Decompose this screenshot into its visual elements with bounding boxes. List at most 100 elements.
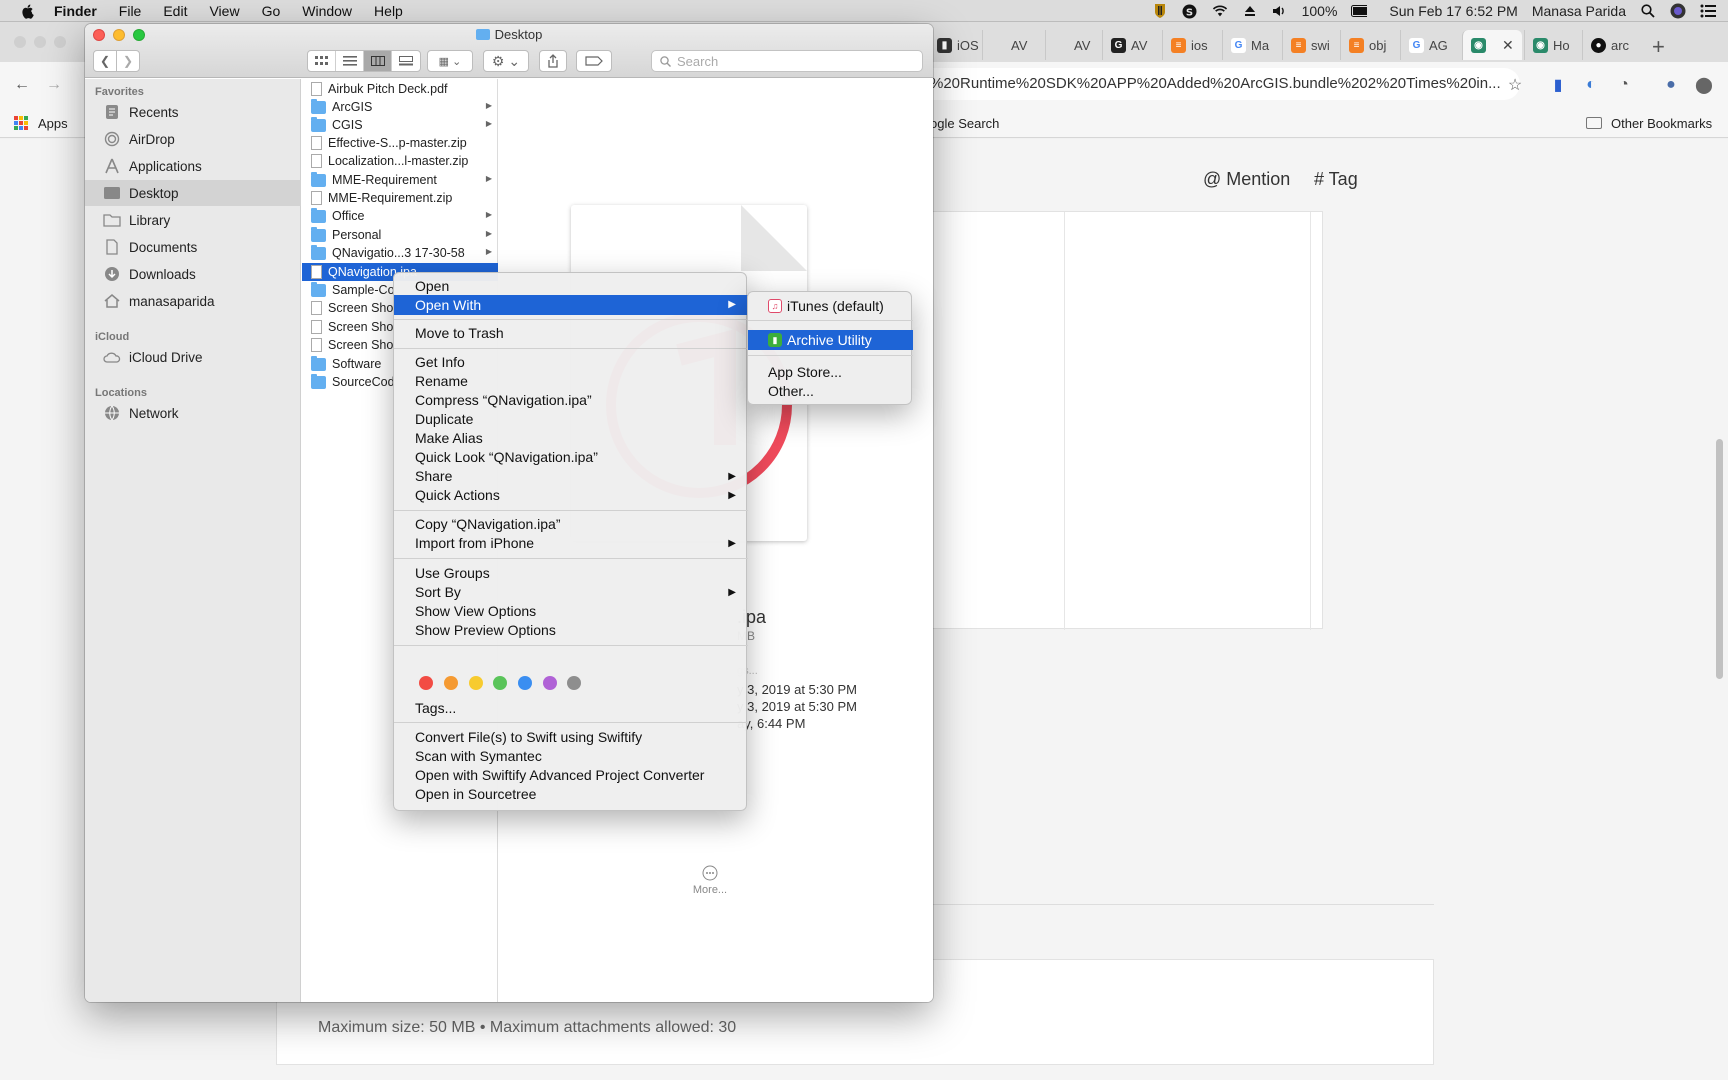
spotlight-icon[interactable] <box>1640 3 1656 19</box>
sidebar-item-airdrop[interactable]: AirDrop <box>85 126 301 152</box>
browser-tab[interactable]: G AV <box>1102 30 1156 60</box>
sidebar-item-applications[interactable]: Applications <box>85 153 301 179</box>
folder-item[interactable]: ArcGIS ▶ <box>302 98 498 116</box>
tags-button[interactable] <box>576 50 612 72</box>
submenu-item-app-store[interactable]: App Store... <box>748 362 913 382</box>
page-scrollbar[interactable] <box>1716 439 1723 679</box>
menu-item-import-from-iphone[interactable]: Import from iPhone ▶ <box>394 534 748 553</box>
tag-color-green[interactable] <box>493 676 507 690</box>
browser-tab[interactable]: ≡ ios <box>1162 30 1220 60</box>
tag-color-blue[interactable] <box>518 676 532 690</box>
menu-item-get-info[interactable]: Get Info <box>394 353 748 372</box>
sidebar-item-downloads[interactable]: Downloads <box>85 261 301 287</box>
menu-help[interactable]: Help <box>374 3 403 19</box>
menu-item-tags[interactable]: Tags... <box>394 699 748 718</box>
browser-tab[interactable]: ◉ Ho <box>1524 30 1580 60</box>
browser-tab[interactable]: ≡ obj <box>1340 30 1398 60</box>
menu-item-rename[interactable]: Rename <box>394 372 748 391</box>
menu-go[interactable]: Go <box>262 3 281 19</box>
sidebar-item-library[interactable]: Library <box>85 207 301 233</box>
menu-item-show-view-options[interactable]: Show View Options <box>394 602 748 621</box>
browser-tab[interactable]: ≡ swi <box>1282 30 1336 60</box>
siri-icon[interactable] <box>1670 3 1686 19</box>
menu-item-quick-look[interactable]: Quick Look “QNavigation.ipa” <box>394 448 748 467</box>
notification-center-icon[interactable] <box>1700 3 1716 19</box>
profile-avatar-icon[interactable]: ● <box>1660 74 1682 96</box>
menu-file[interactable]: File <box>119 3 142 19</box>
file-item[interactable]: Airbuk Pitch Deck.pdf <box>302 80 498 98</box>
browser-tab[interactable]: G AG <box>1400 30 1460 60</box>
column-view-button[interactable] <box>364 51 392 71</box>
more-button[interactable]: More... <box>690 865 730 896</box>
shield-status-icon[interactable] <box>1152 3 1168 19</box>
file-item[interactable]: Localization...l-master.zip <box>302 152 498 170</box>
apple-menu-icon[interactable] <box>20 3 36 19</box>
sidebar-item-documents[interactable]: Documents <box>85 234 301 260</box>
forward-arrow-icon[interactable]: → <box>43 74 65 96</box>
menu-item-use-groups[interactable]: Use Groups <box>394 564 748 583</box>
menu-item-open[interactable]: Open <box>394 277 748 296</box>
wifi-icon[interactable] <box>1212 3 1228 19</box>
back-arrow-icon[interactable]: ← <box>11 74 33 96</box>
menu-item-compress[interactable]: Compress “QNavigation.ipa” <box>394 391 748 410</box>
menu-window[interactable]: Window <box>302 3 352 19</box>
sidebar-item-desktop[interactable]: Desktop <box>85 180 301 206</box>
menu-item-show-preview-options[interactable]: Show Preview Options <box>394 621 748 640</box>
sidebar-item-icloud-drive[interactable]: iCloud Drive <box>85 344 301 370</box>
menu-finder[interactable]: Finder <box>54 3 97 19</box>
tag-color-gray[interactable] <box>567 676 581 690</box>
new-tab-icon[interactable]: + <box>1652 34 1665 60</box>
forward-button[interactable]: ❯ <box>116 50 140 72</box>
menu-view[interactable]: View <box>209 3 239 19</box>
gallery-view-button[interactable] <box>392 51 420 71</box>
menu-item-swiftify-advanced[interactable]: Open with Swiftify Advanced Project Conv… <box>394 766 748 785</box>
folder-item[interactable]: Office ▶ <box>302 207 498 225</box>
bookmark-extension-icon[interactable]: ▮ <box>1547 74 1569 96</box>
menu-item-make-alias[interactable]: Make Alias <box>394 429 748 448</box>
extension-icon[interactable]: ⬤ <box>1693 74 1715 96</box>
menu-item-swiftify-convert[interactable]: Convert File(s) to Swift using Swiftify <box>394 728 748 747</box>
apps-grid-icon[interactable] <box>14 116 28 130</box>
search-field[interactable]: Search <box>651 50 923 72</box>
volume-icon[interactable] <box>1272 3 1288 19</box>
submenu-item-itunes[interactable]: ♫ iTunes (default) <box>748 296 913 316</box>
speed-icon[interactable]: ◔ <box>1613 74 1635 96</box>
sidebar-item-recents[interactable]: Recents <box>85 99 301 125</box>
extension-icon[interactable]: ◐ <box>1580 74 1602 96</box>
menu-item-sort-by[interactable]: Sort By ▶ <box>394 583 748 602</box>
folder-item[interactable]: QNavigatio...3 17-30-58 ▶ <box>302 244 498 262</box>
menu-item-open-sourcetree[interactable]: Open in Sourcetree <box>394 785 748 804</box>
bookmark-google-search[interactable]: ogle Search <box>930 116 999 131</box>
menu-item-copy[interactable]: Copy “QNavigation.ipa” <box>394 515 748 534</box>
user-name[interactable]: Manasa Parida <box>1532 3 1626 19</box>
browser-tab[interactable]: ● arc <box>1582 30 1638 60</box>
star-icon[interactable]: ☆ <box>1504 74 1526 96</box>
list-view-button[interactable] <box>336 51 364 71</box>
action-button[interactable]: ⚙ ⌄ <box>483 50 529 72</box>
sidebar-item-network[interactable]: Network <box>85 400 301 426</box>
tag-color-purple[interactable] <box>543 676 557 690</box>
close-tab-icon[interactable]: ✕ <box>1502 37 1514 54</box>
menu-item-duplicate[interactable]: Duplicate <box>394 410 748 429</box>
bookmark-apps[interactable]: Apps <box>38 116 68 131</box>
menu-item-open-with[interactable]: Open With ▶ <box>394 295 748 315</box>
back-button[interactable]: ❮ <box>93 50 117 72</box>
share-button[interactable] <box>539 50 567 72</box>
tag-color-orange[interactable] <box>444 676 458 690</box>
folder-item[interactable]: Personal ▶ <box>302 226 498 244</box>
menu-item-scan-symantec[interactable]: Scan with Symantec <box>394 747 748 766</box>
menu-edit[interactable]: Edit <box>163 3 187 19</box>
folder-item[interactable]: MME-Requirement ▶ <box>302 171 498 189</box>
menu-item-quick-actions[interactable]: Quick Actions ▶ <box>394 486 748 505</box>
skype-icon[interactable]: S <box>1182 3 1198 19</box>
tag-color-yellow[interactable] <box>469 676 483 690</box>
tag-button[interactable]: # Tag <box>1314 169 1358 190</box>
sidebar-item-home[interactable]: manasaparida <box>85 288 301 314</box>
browser-tab-active[interactable]: ◉ ✕ <box>1462 30 1522 60</box>
clock[interactable]: Sun Feb 17 6:52 PM <box>1389 3 1517 19</box>
bookmark-other[interactable]: Other Bookmarks <box>1611 116 1712 131</box>
browser-tab[interactable]: ▮ iOS <box>928 30 982 60</box>
battery-percent[interactable]: 100% <box>1302 3 1338 19</box>
battery-icon[interactable] <box>1351 3 1368 19</box>
browser-tab[interactable]: AV <box>982 30 1036 60</box>
